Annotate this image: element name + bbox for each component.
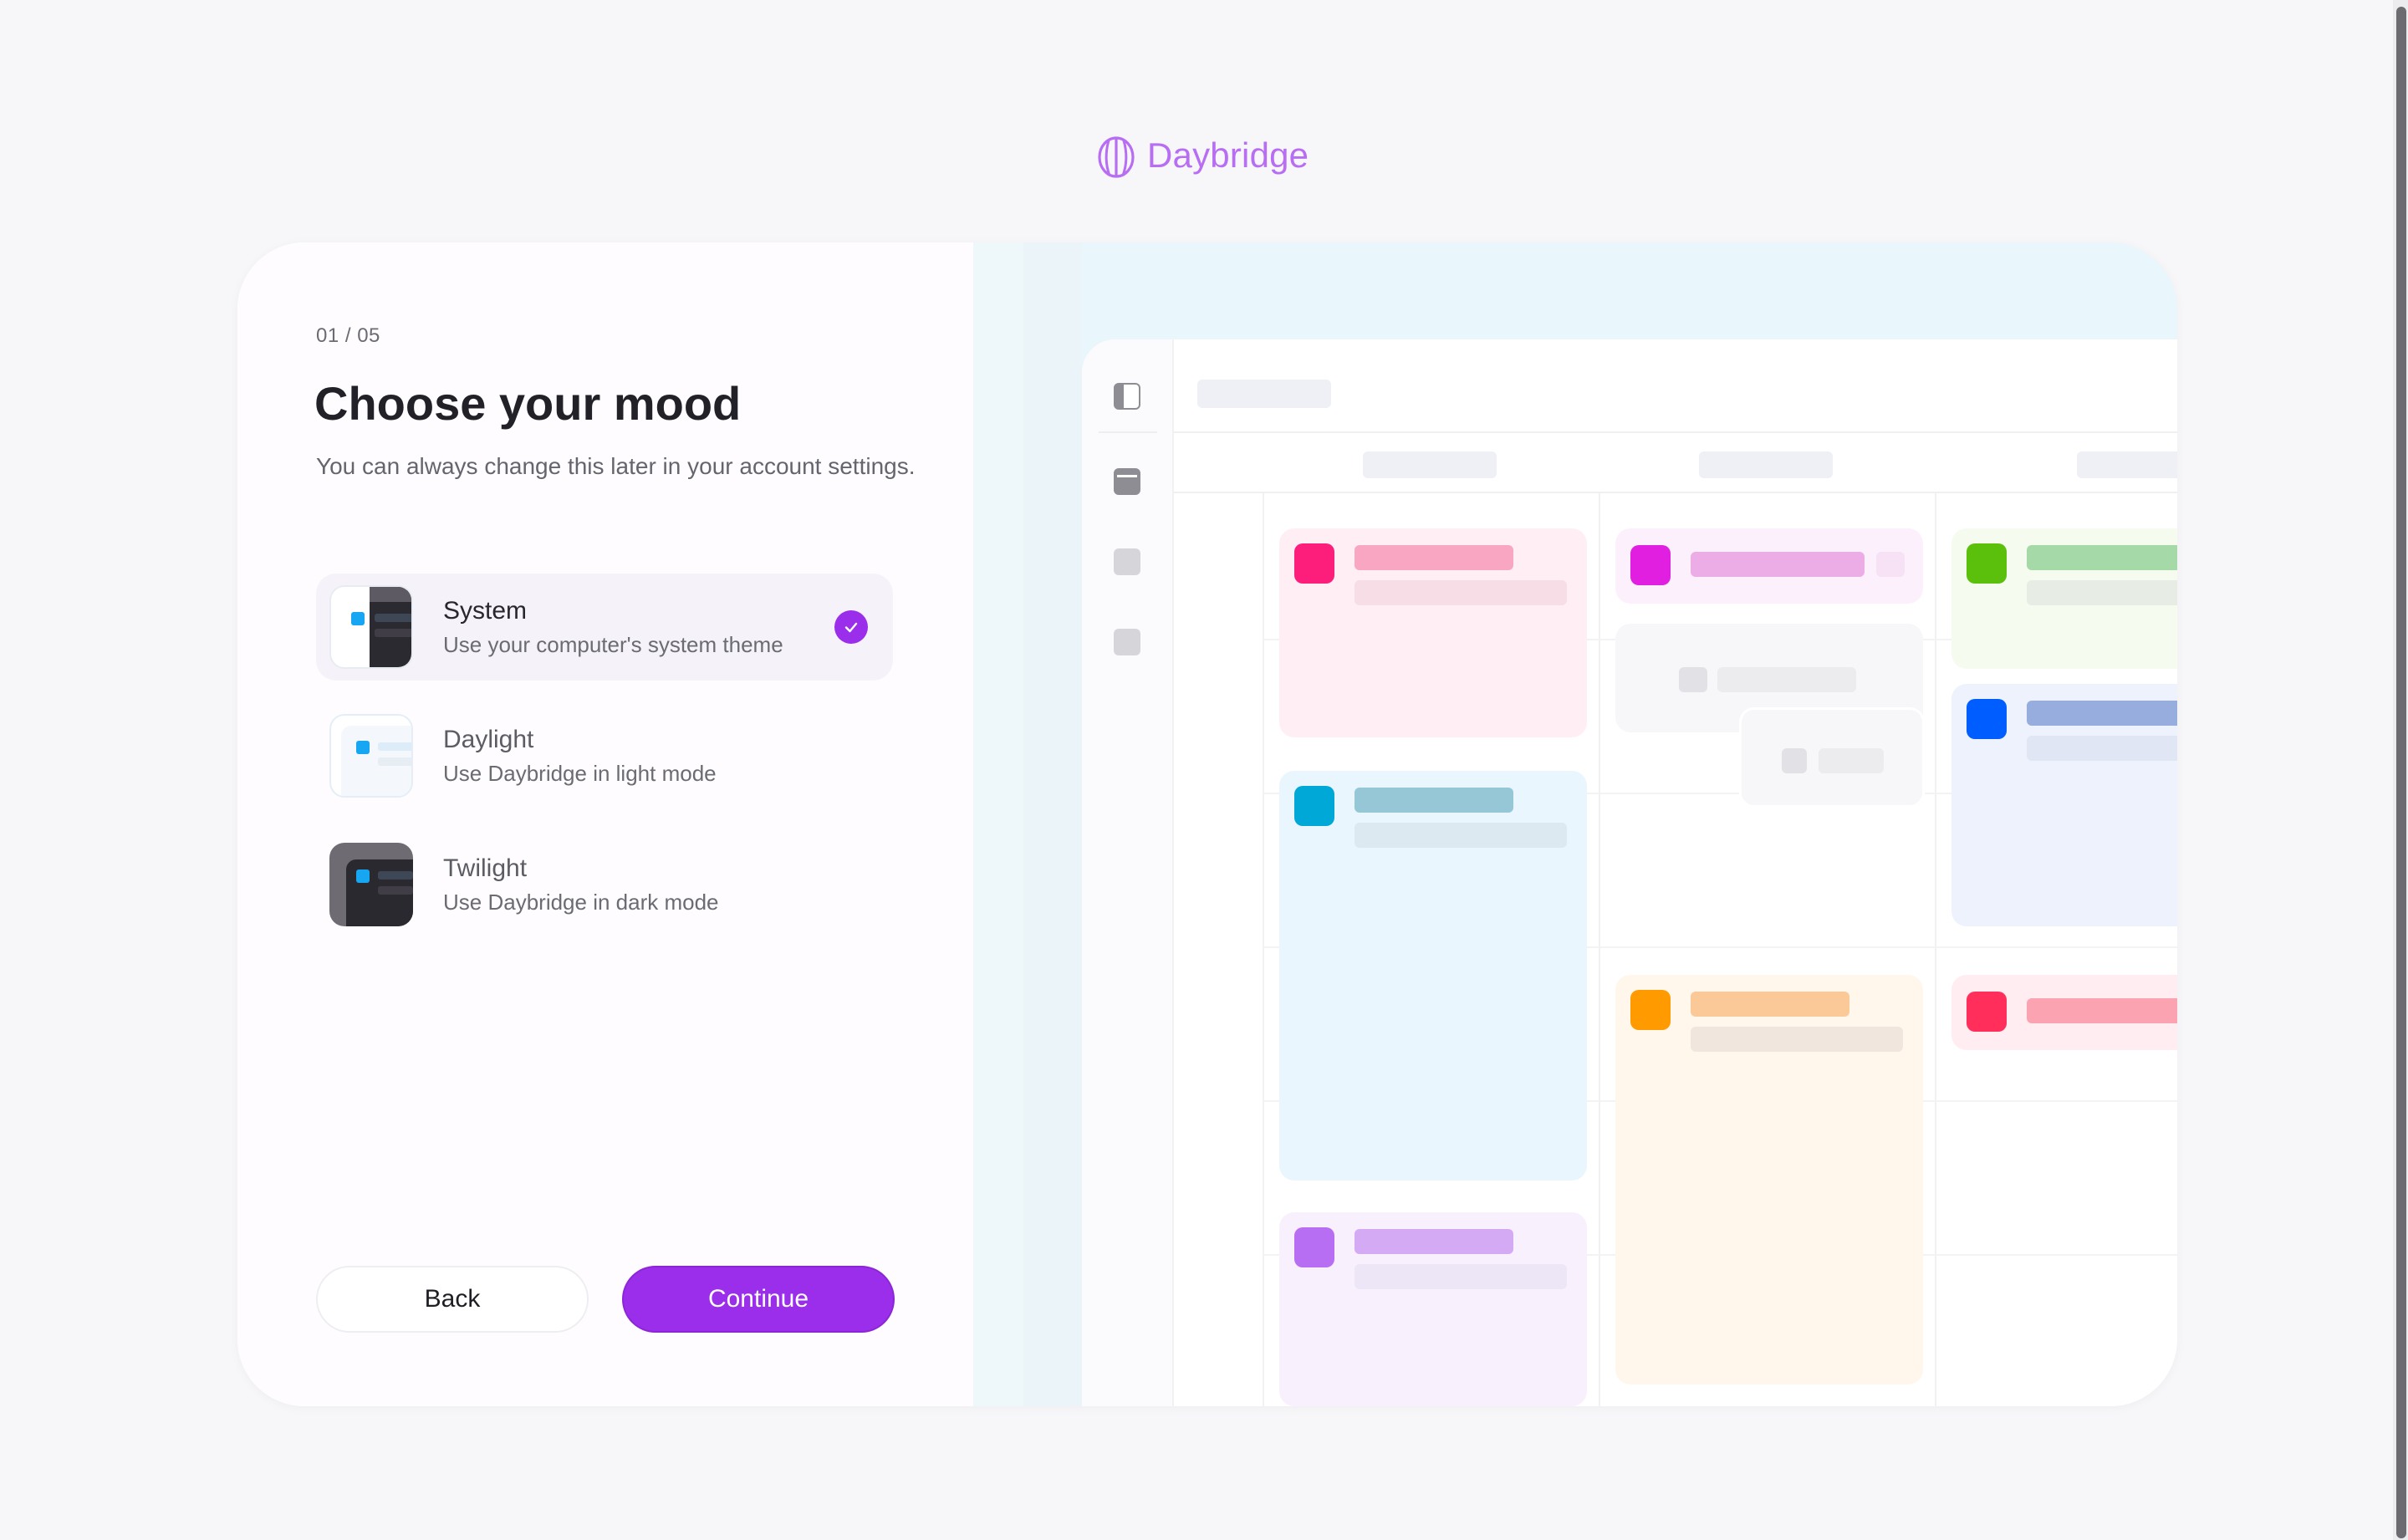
option-name: System xyxy=(443,596,528,625)
mock-event xyxy=(1279,528,1587,737)
scrollbar-thumb[interactable] xyxy=(2396,7,2406,1538)
mock-sidebar xyxy=(1082,339,1174,1406)
light-theme-icon xyxy=(329,714,413,798)
theme-option-daylight[interactable]: Daylight Use Daybridge in light mode xyxy=(316,702,893,809)
mock-event xyxy=(1951,975,2177,1050)
theme-selection-panel: 01 / 05 Choose your mood You can always … xyxy=(237,242,973,1406)
panel-toggle-icon xyxy=(1114,383,1140,410)
mock-event xyxy=(1615,528,1923,604)
mock-header xyxy=(1174,339,2177,433)
system-theme-icon xyxy=(329,585,413,669)
mock-event xyxy=(1615,975,1923,1384)
check-icon xyxy=(834,610,868,644)
mock-event xyxy=(1279,1212,1587,1406)
option-description: Use Daybridge in light mode xyxy=(443,760,717,786)
mock-event xyxy=(1951,528,2177,669)
mock-event xyxy=(1951,684,2177,926)
dark-theme-icon xyxy=(329,843,413,926)
page-subtitle: You can always change this later in your… xyxy=(316,453,916,479)
brand-logo: Daybridge xyxy=(1095,130,1309,181)
page-title: Choose your mood xyxy=(314,377,742,430)
placeholder-icon xyxy=(1114,629,1140,655)
mock-event xyxy=(1739,707,1925,808)
brand-name: Daybridge xyxy=(1147,135,1309,175)
placeholder-icon xyxy=(1114,548,1140,575)
continue-button[interactable]: Continue xyxy=(622,1266,895,1333)
calendar-preview xyxy=(973,242,2177,1406)
theme-option-system[interactable]: System Use your computer's system theme xyxy=(316,574,893,681)
theme-option-twilight[interactable]: Twilight Use Daybridge in dark mode xyxy=(316,831,893,938)
calendar-icon xyxy=(1114,468,1140,495)
option-name: Twilight xyxy=(443,854,528,882)
option-name: Daylight xyxy=(443,725,534,753)
onboarding-card: 01 / 05 Choose your mood You can always … xyxy=(237,242,2177,1406)
mock-column-headers xyxy=(1174,433,2177,493)
daybridge-logo-icon xyxy=(1098,136,1135,178)
option-description: Use your computer's system theme xyxy=(443,631,783,657)
calendar-mockup xyxy=(1082,339,2177,1406)
back-button[interactable]: Back xyxy=(316,1266,589,1333)
option-description: Use Daybridge in dark mode xyxy=(443,889,719,915)
step-indicator: 01 / 05 xyxy=(316,324,380,347)
mock-event xyxy=(1279,771,1587,1180)
